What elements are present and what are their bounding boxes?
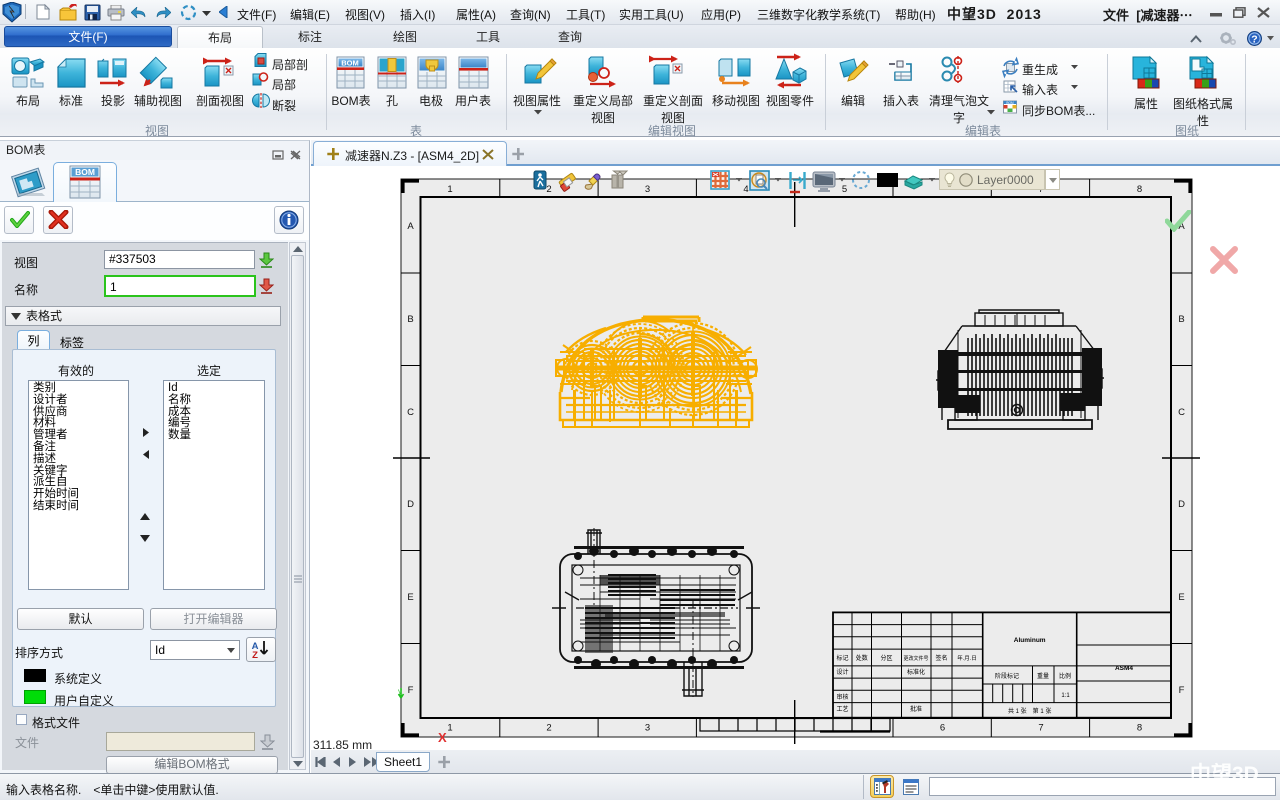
svg-text:X: X: [438, 730, 447, 745]
svg-text:设计: 设计: [836, 668, 848, 676]
svg-text:E: E: [1178, 592, 1184, 603]
svg-text:A: A: [407, 221, 414, 232]
svg-text:C: C: [1178, 407, 1185, 418]
svg-text:D: D: [407, 499, 414, 510]
svg-text:比例: 比例: [1059, 672, 1071, 680]
svg-text:年.月.日: 年.月.日: [957, 654, 977, 662]
svg-text:ASM4: ASM4: [1115, 665, 1133, 672]
svg-text:1: 1: [447, 184, 452, 195]
svg-text:D: D: [1178, 499, 1185, 510]
svg-text:BOM: BOM: [341, 58, 359, 67]
svg-text:签名: 签名: [935, 654, 947, 662]
svg-text:批准: 批准: [910, 705, 922, 713]
svg-text:标记: 标记: [836, 654, 848, 662]
svg-text:y: y: [398, 687, 402, 696]
svg-text:分区: 分区: [880, 654, 892, 662]
svg-text:BOM: BOM: [75, 167, 95, 177]
svg-text:BOM: BOM: [1006, 101, 1014, 105]
svg-text:F: F: [1179, 685, 1185, 696]
svg-text:阶段标记: 阶段标记: [995, 672, 1019, 680]
svg-text:1: 1: [447, 723, 452, 734]
svg-text:3: 3: [645, 723, 650, 734]
svg-text:8: 8: [1137, 184, 1142, 195]
svg-text:6: 6: [940, 723, 945, 734]
svg-text:标准化: 标准化: [907, 668, 925, 676]
svg-text:重量: 重量: [1037, 672, 1049, 680]
svg-text:审核: 审核: [836, 693, 848, 701]
svg-text:F: F: [408, 685, 414, 696]
svg-text:Aluminum: Aluminum: [1014, 637, 1046, 644]
svg-text:C: C: [407, 407, 414, 418]
svg-text:1:1: 1:1: [1061, 693, 1070, 699]
svg-text:7: 7: [1038, 723, 1043, 734]
svg-text:8: 8: [1137, 723, 1142, 734]
svg-text:E: E: [407, 592, 413, 603]
svg-text:更改文件号: 更改文件号: [903, 655, 928, 662]
svg-text:?: ?: [1251, 33, 1257, 45]
svg-text:工艺: 工艺: [836, 705, 848, 713]
svg-text:Z: Z: [252, 650, 258, 659]
svg-text:共 1 张 第 1 张: 共 1 张 第 1 张: [1008, 707, 1051, 715]
svg-text:B: B: [407, 314, 413, 325]
svg-text:B: B: [1178, 314, 1184, 325]
svg-text:处数: 处数: [856, 654, 868, 662]
svg-text:2: 2: [546, 723, 551, 734]
